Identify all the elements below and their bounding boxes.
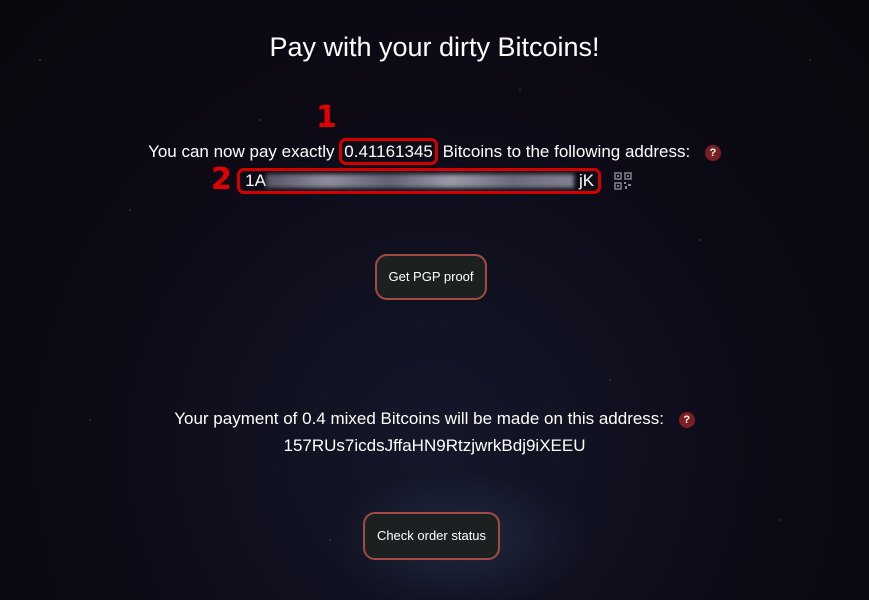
payment-prefix: You can now pay exactly	[148, 142, 335, 161]
check-order-status-button[interactable]: Check order status	[363, 512, 500, 560]
address-start: 1A	[245, 171, 266, 190]
page-title: Pay with your dirty Bitcoins!	[269, 32, 600, 62]
payment-amount: 0.41161345	[339, 138, 438, 165]
qr-code-icon[interactable]	[614, 172, 632, 190]
starfield-background	[0, 0, 869, 600]
question-circle-icon[interactable]: ?	[678, 412, 695, 428]
address-redaction	[266, 174, 575, 188]
deposit-address[interactable]: 1A jK	[237, 168, 602, 194]
mixed-payment-text: Your payment of 0.4 mixed Bitcoins will …	[174, 409, 665, 428]
get-pgp-proof-button[interactable]: Get PGP proof	[375, 254, 487, 300]
mixed-payment-info: Your payment of 0.4 mixed Bitcoins will …	[0, 409, 869, 429]
question-circle-icon[interactable]: ?	[704, 145, 721, 161]
payment-instruction: You can now pay exactly 0.41161345 Bitco…	[0, 138, 869, 165]
address-end: jK	[579, 171, 595, 190]
payment-suffix: Bitcoins to the following address:	[442, 142, 691, 161]
output-address: 157RUs7icdsJffaHN9RtzjwrkBdj9iXEEU	[283, 436, 586, 455]
deposit-address-row: 1A jK	[0, 168, 869, 194]
annotation-marker-1: 1	[316, 100, 337, 135]
